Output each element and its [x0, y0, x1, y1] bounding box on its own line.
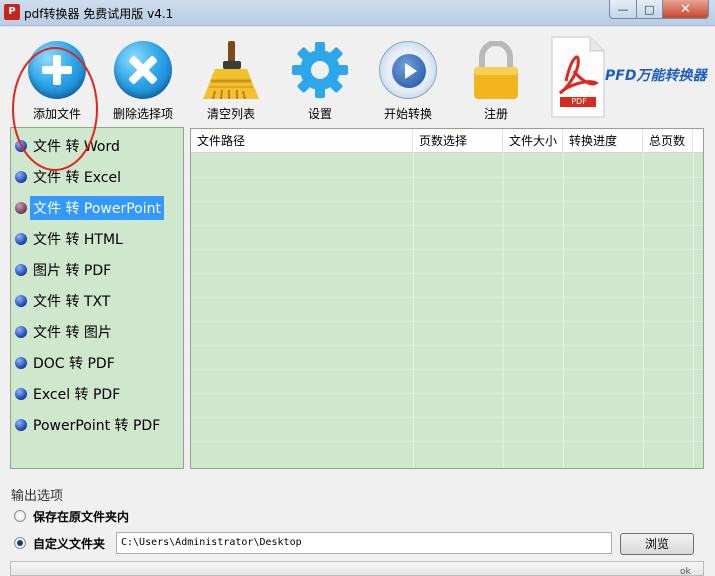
radio-save-original-folder[interactable]: [14, 510, 26, 522]
bullet-icon: [15, 357, 27, 369]
sidebar-item-file-to-txt[interactable]: 文件 转 TXT: [11, 289, 113, 313]
sidebar-item-file-to-excel[interactable]: 文件 转 Excel: [11, 165, 124, 189]
bullet-icon: [15, 140, 27, 152]
brand-name: PFD万能转换器: [605, 68, 707, 84]
file-list-table[interactable]: 文件路径 页数选择 文件大小 转换进度 总页数: [190, 128, 704, 469]
gear-icon: [292, 42, 348, 98]
sidebar-item-excel-to-pdf[interactable]: Excel 转 PDF: [11, 382, 123, 406]
maximize-button[interactable]: □: [637, 0, 663, 19]
custom-folder-label[interactable]: 自定义文件夹: [33, 535, 105, 552]
sidebar-item-powerpoint-to-pdf[interactable]: PowerPoint 转 PDF: [11, 413, 163, 437]
title-bar: P pdf转换器 免费试用版 v4.1 — □ ✕: [0, 0, 715, 26]
bullet-icon: [15, 171, 27, 183]
close-button[interactable]: ✕: [663, 0, 709, 19]
bullet-icon: [15, 264, 27, 276]
sidebar-item-label: PowerPoint 转 PDF: [33, 418, 161, 434]
clear-list-label: 清空列表: [206, 107, 255, 121]
start-convert-button[interactable]: 开始转换: [364, 27, 452, 123]
start-convert-label: 开始转换: [383, 107, 432, 121]
sidebar-item-label: 文件 转 Excel: [33, 170, 121, 186]
sidebar-item-label: 文件 转 PowerPoint: [30, 196, 164, 220]
pdf-badge: PDF: [571, 97, 587, 106]
brand-logo: PDF PFD万能转换器: [550, 35, 710, 119]
column-header-page-selection[interactable]: 页数选择: [413, 129, 503, 153]
client-area: 添加文件 删除选择项 清空列表 设置 开始转换 注册 PDF PFD万能转换器 …: [0, 27, 715, 576]
remove-selected-button[interactable]: 删除选择项: [99, 27, 187, 123]
bullet-icon: [15, 326, 27, 338]
sidebar-item-label: 文件 转 Word: [33, 139, 120, 155]
sidebar-item-file-to-html[interactable]: 文件 转 HTML: [11, 227, 126, 251]
column-header-file-path[interactable]: 文件路径: [191, 129, 413, 153]
status-bar: [10, 561, 704, 576]
table-header: 文件路径 页数选择 文件大小 转换进度 总页数: [191, 129, 703, 153]
add-file-button[interactable]: 添加文件: [13, 27, 101, 123]
clear-list-button[interactable]: 清空列表: [187, 27, 275, 123]
save-original-folder-label[interactable]: 保存在原文件夹内: [33, 508, 129, 525]
radio-custom-folder[interactable]: [14, 537, 26, 549]
remove-icon: [114, 41, 172, 99]
settings-button[interactable]: 设置: [276, 27, 364, 123]
output-path-field[interactable]: C:\Users\Administrator\Desktop: [116, 532, 612, 554]
register-button[interactable]: 注册: [452, 27, 540, 123]
conversion-type-list: 文件 转 Word 文件 转 Excel 文件 转 PowerPoint 文件 …: [10, 127, 184, 469]
lock-icon: [474, 41, 518, 99]
bullet-icon: [15, 419, 27, 431]
minimize-button[interactable]: —: [609, 0, 637, 19]
sidebar-item-file-to-powerpoint[interactable]: 文件 转 PowerPoint: [11, 196, 164, 220]
output-options-title: 输出选项: [11, 489, 64, 504]
register-label: 注册: [483, 107, 508, 121]
add-icon: [28, 41, 86, 99]
ok-label: ok: [680, 567, 691, 576]
sidebar-item-label: 文件 转 HTML: [33, 232, 123, 248]
sidebar-item-image-to-pdf[interactable]: 图片 转 PDF: [11, 258, 114, 282]
window-controls: — □ ✕: [609, 0, 709, 19]
remove-selected-label: 删除选择项: [112, 107, 173, 121]
sidebar-item-label: 文件 转 TXT: [33, 294, 111, 310]
app-icon: P: [4, 4, 20, 20]
play-icon: [379, 41, 437, 99]
browse-button[interactable]: 浏览: [620, 533, 694, 555]
sidebar-item-file-to-word[interactable]: 文件 转 Word: [11, 134, 123, 158]
window-title: pdf转换器 免费试用版 v4.1: [24, 7, 174, 21]
column-header-total-pages[interactable]: 总页数: [643, 129, 693, 153]
sidebar-item-label: Excel 转 PDF: [33, 387, 121, 403]
sidebar-item-doc-to-pdf[interactable]: DOC 转 PDF: [11, 351, 118, 375]
sidebar-item-label: 文件 转 图片: [33, 325, 112, 341]
column-header-file-size[interactable]: 文件大小: [503, 129, 563, 153]
settings-label: 设置: [307, 107, 332, 121]
broom-icon: [203, 41, 259, 100]
column-header-progress[interactable]: 转换进度: [563, 129, 643, 153]
bullet-icon: [15, 233, 27, 245]
add-file-label: 添加文件: [32, 107, 81, 121]
sidebar-item-label: 图片 转 PDF: [33, 263, 112, 279]
bullet-icon: [15, 202, 27, 214]
sidebar-item-file-to-image[interactable]: 文件 转 图片: [11, 320, 115, 344]
bullet-icon: [15, 388, 27, 400]
bullet-icon: [15, 295, 27, 307]
sidebar-item-label: DOC 转 PDF: [33, 356, 115, 372]
